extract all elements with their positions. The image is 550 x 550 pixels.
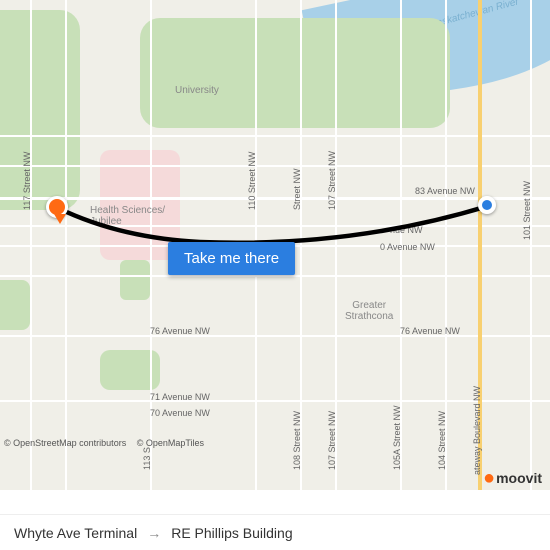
neighborhood-label: Health Sciences/ Jubilee bbox=[90, 205, 165, 227]
street-label: 105A Street NW bbox=[392, 405, 402, 470]
street-label: 113 S bbox=[142, 447, 152, 470]
arrow-right-icon: → bbox=[147, 525, 161, 541]
neighborhood-label: University bbox=[175, 85, 219, 96]
street-label: 107 Street NW bbox=[327, 151, 337, 210]
origin-label: Whyte Ave Terminal bbox=[14, 525, 137, 541]
street-label: 76 Avenue NW bbox=[400, 326, 460, 336]
street-label: 83 Avenue NW bbox=[415, 186, 475, 196]
road bbox=[0, 135, 550, 137]
park-area bbox=[0, 280, 30, 330]
street-label: 104 Street NW bbox=[437, 411, 447, 470]
moovit-logo: ●moovit bbox=[483, 470, 542, 486]
street-label: 76 Avenue NW bbox=[150, 326, 210, 336]
map[interactable]: Saskatchewan River 117 Street NW 113 S 1… bbox=[0, 0, 550, 490]
destination-label: RE Phillips Building bbox=[171, 525, 292, 541]
street-label: 0 Avenue NW bbox=[380, 242, 435, 252]
origin-pin[interactable] bbox=[478, 196, 496, 214]
street-label: Street NW bbox=[292, 168, 302, 210]
attrib-tiles: © OpenMapTiles bbox=[137, 438, 204, 448]
road bbox=[0, 275, 550, 277]
park-area bbox=[120, 260, 150, 300]
map-attribution: © OpenStreetMap contributors © OpenMapTi… bbox=[4, 438, 212, 448]
street-label: 110 Street NW bbox=[247, 152, 257, 210]
road bbox=[65, 0, 67, 490]
street-label: 101 Street NW bbox=[522, 181, 532, 240]
road bbox=[0, 165, 550, 167]
park-area bbox=[140, 18, 450, 128]
street-label: 107 Street NW bbox=[327, 411, 337, 470]
attrib-osm: © OpenStreetMap contributors bbox=[4, 438, 126, 448]
neighborhood-label: Greater Strathcona bbox=[345, 300, 393, 322]
street-label: nue NW bbox=[390, 225, 423, 235]
street-label: 117 Street NW bbox=[22, 152, 32, 210]
destination-pin[interactable] bbox=[46, 196, 68, 218]
route-footer: Whyte Ave Terminal → RE Phillips Buildin… bbox=[0, 514, 550, 550]
road bbox=[0, 197, 550, 200]
road bbox=[0, 225, 550, 227]
road bbox=[530, 0, 532, 490]
street-label: 108 Street NW bbox=[292, 411, 302, 470]
street-label: 71 Avenue NW bbox=[150, 392, 210, 402]
road bbox=[0, 400, 550, 402]
street-label: ateway Boulevard NW bbox=[472, 386, 482, 475]
road bbox=[0, 335, 550, 337]
park-area bbox=[0, 10, 80, 210]
take-me-there-button[interactable]: Take me there bbox=[168, 242, 295, 275]
street-label: 70 Avenue NW bbox=[150, 408, 210, 418]
road bbox=[30, 0, 32, 490]
